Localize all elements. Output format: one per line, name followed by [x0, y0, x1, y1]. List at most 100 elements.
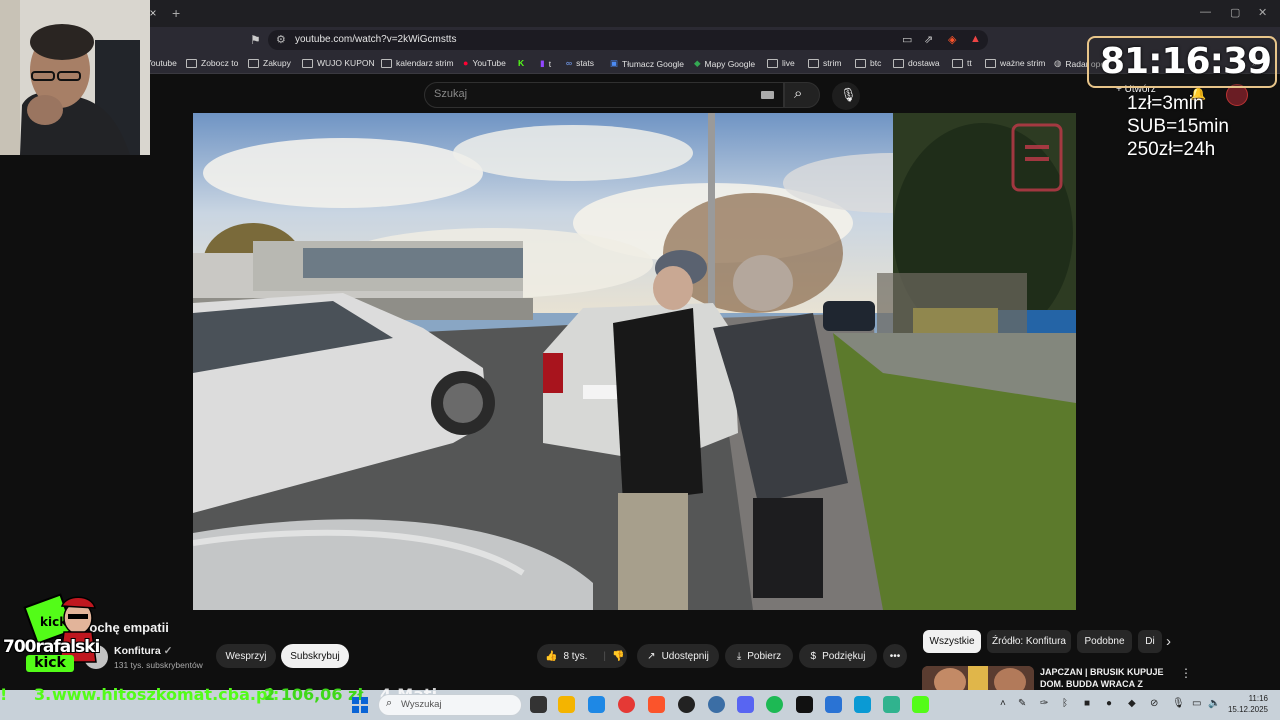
chip-related[interactable]: Podobne: [1077, 630, 1132, 653]
network-icon[interactable]: ▭: [1192, 698, 1201, 709]
chevron-right-icon[interactable]: ›: [1166, 633, 1171, 650]
folder-icon: [186, 58, 197, 68]
bookmark-item[interactable]: btc: [855, 58, 881, 68]
start-tile: [361, 706, 368, 713]
pen-icon[interactable]: ✎: [1018, 698, 1026, 709]
bookmark-item[interactable]: tt: [952, 58, 972, 68]
calculator-icon[interactable]: [825, 696, 842, 713]
like-count[interactable]: 8 tys.: [563, 651, 587, 662]
app-icon[interactable]: [796, 696, 813, 713]
timer-rates: 1zł=3min SUB=15min 250zł=24h: [1127, 92, 1229, 161]
more-actions-button[interactable]: •••: [883, 644, 907, 668]
bookmark-item[interactable]: WUJO KUPON: [302, 58, 375, 68]
brave-shield-icon[interactable]: ◈: [948, 33, 956, 46]
chrome-icon[interactable]: [618, 696, 635, 713]
bookmark-label: Zobocz to: [201, 58, 239, 68]
like-divider: |: [603, 650, 606, 662]
bookmark-item[interactable]: K: [518, 58, 524, 68]
bookmark-item[interactable]: ważne strim: [985, 58, 1045, 68]
share-icon[interactable]: ⇗: [924, 33, 933, 46]
bookmark-item[interactable]: ▮ t: [540, 58, 551, 69]
new-tab-button[interactable]: +: [172, 5, 180, 21]
maps-icon: ◆: [694, 58, 701, 68]
download-button[interactable]: ⤓ Pobierz: [725, 644, 793, 668]
brave-icon[interactable]: [648, 696, 665, 713]
folder-icon: [808, 58, 819, 68]
share-label: Udostępnij: [661, 650, 709, 662]
tray-app-icon[interactable]: ⊘: [1150, 698, 1158, 709]
share-button[interactable]: ↗ Udostępnij: [637, 644, 719, 668]
windows-start-icon[interactable]: [352, 697, 368, 713]
file-explorer-icon[interactable]: [558, 696, 575, 713]
tray-app-icon[interactable]: ■: [1084, 698, 1090, 709]
translate-icon: ▣: [610, 58, 619, 68]
kebab-menu-icon[interactable]: ⋮: [1180, 666, 1192, 680]
rewards-icon[interactable]: ▲: [970, 33, 981, 45]
bookmark-label: WUJO KUPON: [317, 58, 375, 68]
cast-icon[interactable]: ▭: [902, 33, 912, 46]
tray-app-icon[interactable]: ◆: [1128, 698, 1136, 709]
like-icon[interactable]: 👍: [545, 651, 557, 662]
chevron-up-icon[interactable]: ˄: [1000, 698, 1006, 709]
thanks-icon: $: [810, 650, 817, 662]
window-close-icon[interactable]: ✕: [1258, 6, 1267, 19]
chip-all[interactable]: Wszystkie: [923, 630, 981, 653]
subscribe-button[interactable]: Subskrybuj: [281, 644, 349, 668]
dislike-icon[interactable]: 👎: [612, 651, 624, 662]
bookmark-item[interactable]: ● YouTube: [463, 58, 506, 68]
bookmark-item[interactable]: Youtube: [146, 58, 177, 68]
microphone-icon: 🎙: [840, 87, 857, 102]
verified-icon: ✓: [163, 645, 173, 657]
bookmark-item[interactable]: Zobocz to: [186, 58, 238, 68]
thanks-label: Podziękuj: [822, 650, 866, 662]
video-player[interactable]: [193, 113, 1076, 610]
screen: × + — ▢ ✕ ⚑ ⚙ youtube.com/watch?v=2kWiGc…: [0, 0, 1280, 720]
minimize-icon[interactable]: —: [1200, 6, 1211, 18]
bookmark-star-icon[interactable]: ⚑: [250, 33, 261, 47]
task-view-icon[interactable]: [530, 696, 547, 713]
bookmark-item[interactable]: Zakupy: [248, 58, 291, 68]
spotify-icon[interactable]: [766, 696, 783, 713]
support-button[interactable]: Wesprzyj: [216, 644, 276, 668]
taskbar-search[interactable]: [378, 694, 522, 716]
bookmark-label: tt: [967, 58, 972, 68]
bookmark-item[interactable]: kalendarz strim: [381, 58, 454, 68]
search-input[interactable]: [424, 82, 784, 108]
bookmark-item[interactable]: dostawa: [893, 58, 940, 68]
pen-icon[interactable]: ✑: [1040, 698, 1048, 709]
site-info-icon[interactable]: ⚙: [276, 33, 286, 46]
url-text[interactable]: youtube.com/watch?v=2kWiGcmstts: [295, 34, 456, 45]
bookmark-label: strim: [823, 58, 842, 68]
bookmark-item[interactable]: ▣ Tłumacz Google: [610, 58, 684, 69]
bookmark-item[interactable]: ∞ stats: [566, 58, 594, 68]
tray-app-icon[interactable]: ●: [1106, 698, 1112, 709]
app-icon[interactable]: [883, 696, 900, 713]
taskbar-clock[interactable]: 11:16 15.12.2025: [1226, 693, 1268, 715]
discord-icon[interactable]: [737, 696, 754, 713]
bluetooth-icon[interactable]: ᛒ: [1062, 698, 1068, 709]
bookmark-item[interactable]: strim: [808, 58, 841, 68]
keyboard-icon[interactable]: [761, 91, 774, 99]
folder-icon: [952, 58, 963, 68]
kick-icon: K: [518, 58, 525, 68]
bookmark-label: dostawa: [908, 58, 940, 68]
bookmark-label: Youtube: [146, 58, 177, 68]
chip-label: Wszystkie: [929, 636, 975, 647]
channel-name[interactable]: Konfitura ✓: [114, 645, 172, 657]
bookmark-item[interactable]: live: [767, 58, 795, 68]
bookmark-item[interactable]: ◆ Mapy Google: [694, 58, 755, 69]
kick-app-icon[interactable]: [912, 696, 929, 713]
store-icon[interactable]: [588, 696, 605, 713]
chip-more[interactable]: Di: [1138, 630, 1162, 653]
obs-icon[interactable]: [678, 696, 695, 713]
more-actions-icon: •••: [889, 650, 901, 662]
volume-icon[interactable]: 🔈: [1208, 698, 1220, 709]
ticker-rank: 3.: [34, 685, 52, 704]
chip-source[interactable]: Źródło: Konfitura: [987, 630, 1071, 653]
maximize-icon[interactable]: ▢: [1230, 6, 1240, 19]
folder-icon: [248, 58, 259, 68]
app-icon[interactable]: [708, 696, 725, 713]
thanks-button[interactable]: $ Podziękuj: [799, 644, 877, 668]
microphone-icon[interactable]: 🎙: [1172, 698, 1185, 709]
app-icon[interactable]: [854, 696, 871, 713]
